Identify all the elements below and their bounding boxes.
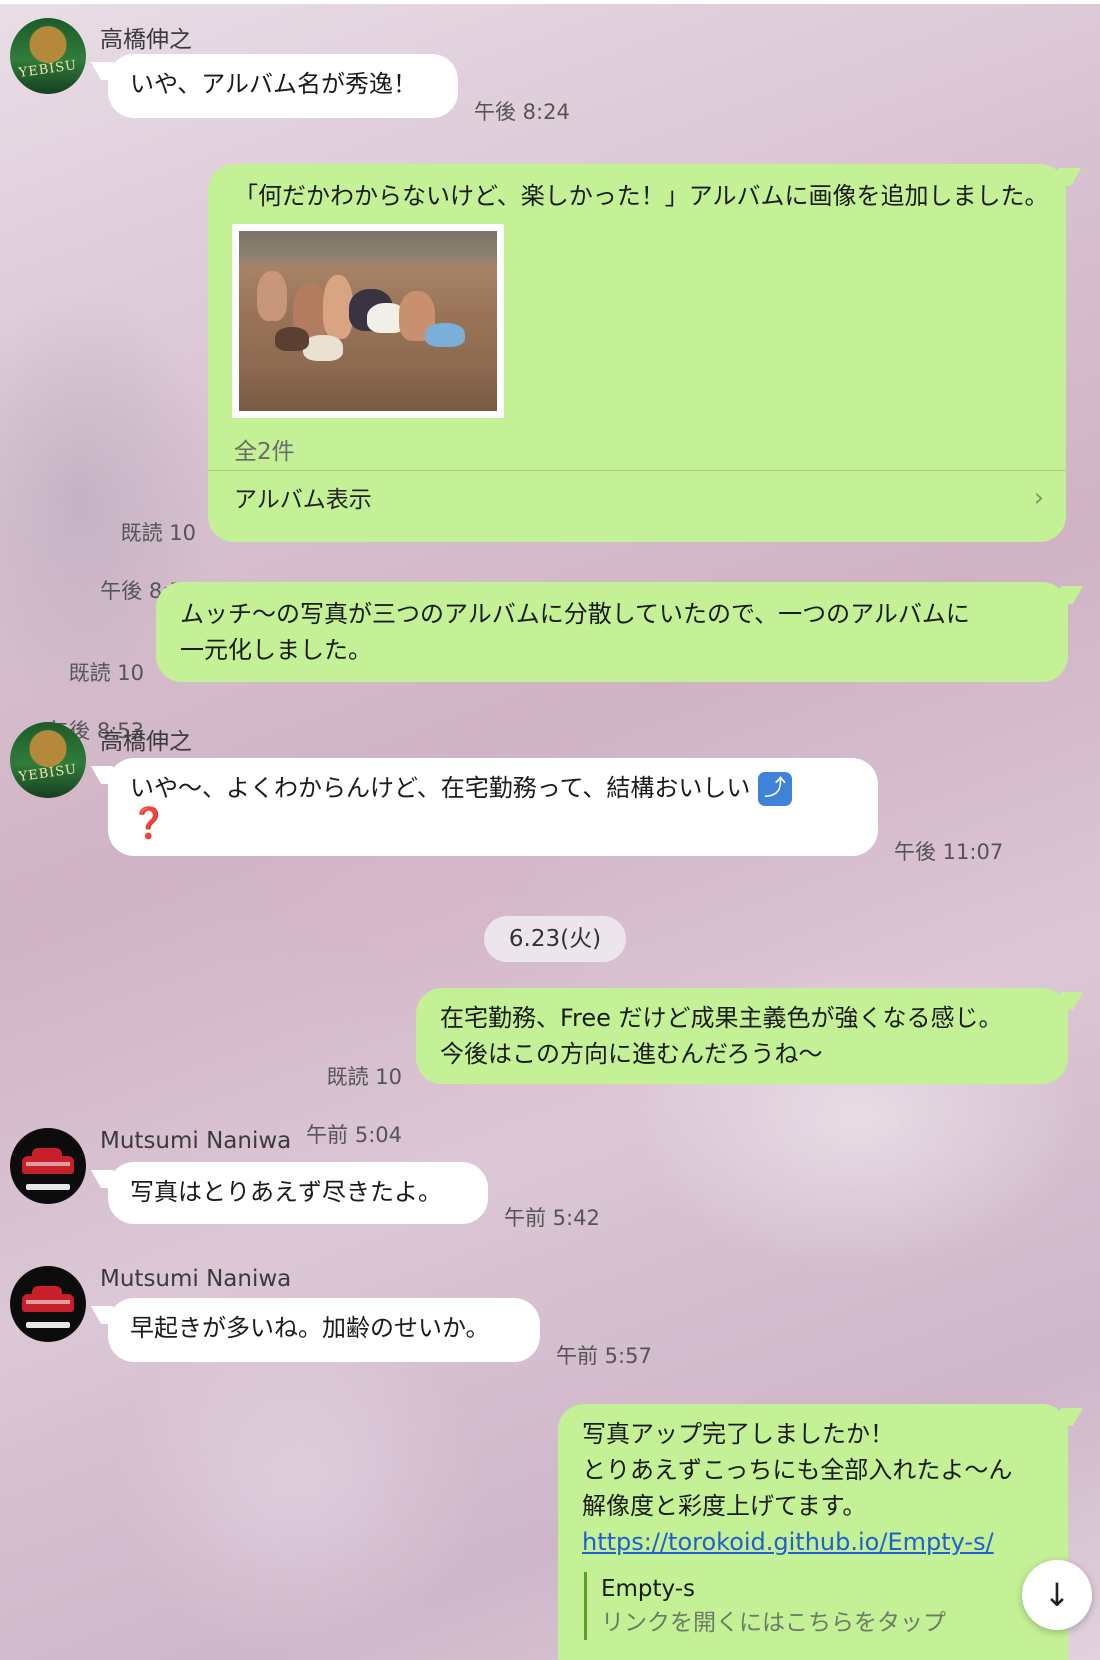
sender-name: 高橋伸之	[100, 729, 192, 755]
avatar-takahashi[interactable]: YEBISU	[10, 722, 86, 798]
avatar-takahashi[interactable]: YEBISU	[10, 18, 86, 94]
message-text: 「何だかわからないけど、楽しかった！」アルバムに画像を追加しました。	[234, 182, 1049, 210]
message-text: ムッチ〜の写真が三つのアルバムに分散していたので、一つのアルバムに 一元化しまし…	[180, 600, 970, 664]
album-message-bubble[interactable]: 「何だかわからないけど、楽しかった！」アルバムに画像を追加しました。 全2件 ア…	[208, 164, 1066, 542]
link-preview[interactable]: Empty-s リンクを開くにはこちらをタップ	[584, 1572, 1004, 1640]
message-bubble-outgoing[interactable]: ムッチ〜の写真が三つのアルバムに分散していたので、一つのアルバムに 一元化しまし…	[156, 582, 1068, 682]
scroll-to-bottom-button[interactable]: ↓	[1022, 1560, 1092, 1630]
link-message-bubble[interactable]: 写真アップ完了しましたか！ とりあえずこっちにも全部入れたよ〜ん 解像度と彩度上…	[558, 1404, 1068, 1660]
message-bubble-incoming[interactable]: 写真はとりあえず尽きたよ。	[108, 1162, 488, 1224]
link-preview-title: Empty-s	[601, 1576, 696, 1602]
sender-name: Mutsumi Naniwa	[100, 1266, 292, 1292]
message-text: 写真はとりあえず尽きたよ。	[130, 1178, 442, 1206]
message-bubble-outgoing[interactable]: 在宅勤務、Free だけど成果主義色が強くなる感じ。 今後はこの方向に進むんだろ…	[416, 988, 1068, 1084]
chat-background: YEBISU 高橋伸之 いや、アルバム名が秀逸！ 午後 8:24 既読 10 午…	[0, 0, 1100, 1660]
album-divider	[208, 470, 1066, 471]
album-photo-thumbnail[interactable]	[232, 224, 504, 418]
read-receipt: 既読 10	[120, 521, 196, 545]
message-text: 早起きが多いね。加齢のせいか。	[130, 1314, 490, 1342]
message-meta: 既読 10 午前 5:04	[288, 1034, 402, 1150]
message-text: 在宅勤務、Free だけど成果主義色が強くなる感じ。 今後はこの方向に進むんだろ…	[440, 1004, 1003, 1068]
yebisu-logo: YEBISU	[17, 761, 79, 786]
read-receipt: 既読 10	[68, 661, 144, 685]
arrow-up-right-emoji: ⤴	[758, 772, 793, 806]
view-album-link[interactable]: アルバム表示	[234, 482, 372, 518]
message-time: 午前 5:57	[556, 1344, 652, 1368]
message-text: いや、アルバム名が秀逸！	[130, 70, 418, 98]
avatar-mutsumi[interactable]	[10, 1128, 86, 1204]
message-bubble-incoming[interactable]: いや〜、よくわからんけど、在宅勤務って、結構おいしい ⤴ ❓	[108, 758, 878, 856]
message-time: 午前 5:04	[306, 1123, 402, 1147]
date-separator: 6.23(火)	[484, 916, 626, 962]
message-bubble-incoming[interactable]: いや、アルバム名が秀逸！	[108, 54, 458, 118]
message-link[interactable]: https://torokoid.github.io/Empty-s/	[582, 1524, 994, 1560]
yebisu-logo: YEBISU	[17, 57, 79, 82]
sender-name: Mutsumi Naniwa	[100, 1128, 292, 1154]
album-item-count: 全2件	[234, 439, 295, 465]
car-icon	[22, 1148, 74, 1174]
read-receipt: 既読 10	[326, 1065, 402, 1089]
message-text: いや〜、よくわからんけど、在宅勤務って、結構おいしい	[130, 774, 751, 802]
window-edge	[0, 0, 1100, 4]
message-time: 午後 11:07	[894, 840, 1004, 864]
message-time: 午前 5:42	[504, 1206, 600, 1230]
beach-photo	[239, 231, 497, 411]
message-bubble-incoming[interactable]: 早起きが多いね。加齢のせいか。	[108, 1298, 540, 1362]
chevron-right-icon: ›	[1033, 483, 1044, 513]
question-mark-emoji: ❓	[130, 806, 168, 841]
sender-name: 高橋伸之	[100, 27, 192, 53]
link-preview-description: リンクを開くにはこちらをタップ	[601, 1610, 946, 1636]
message-text: 写真アップ完了しましたか！ とりあえずこっちにも全部入れたよ〜ん 解像度と彩度上…	[582, 1420, 1013, 1520]
message-time: 午後 8:24	[474, 100, 570, 124]
avatar-mutsumi[interactable]	[10, 1266, 86, 1342]
car-icon	[22, 1286, 74, 1312]
